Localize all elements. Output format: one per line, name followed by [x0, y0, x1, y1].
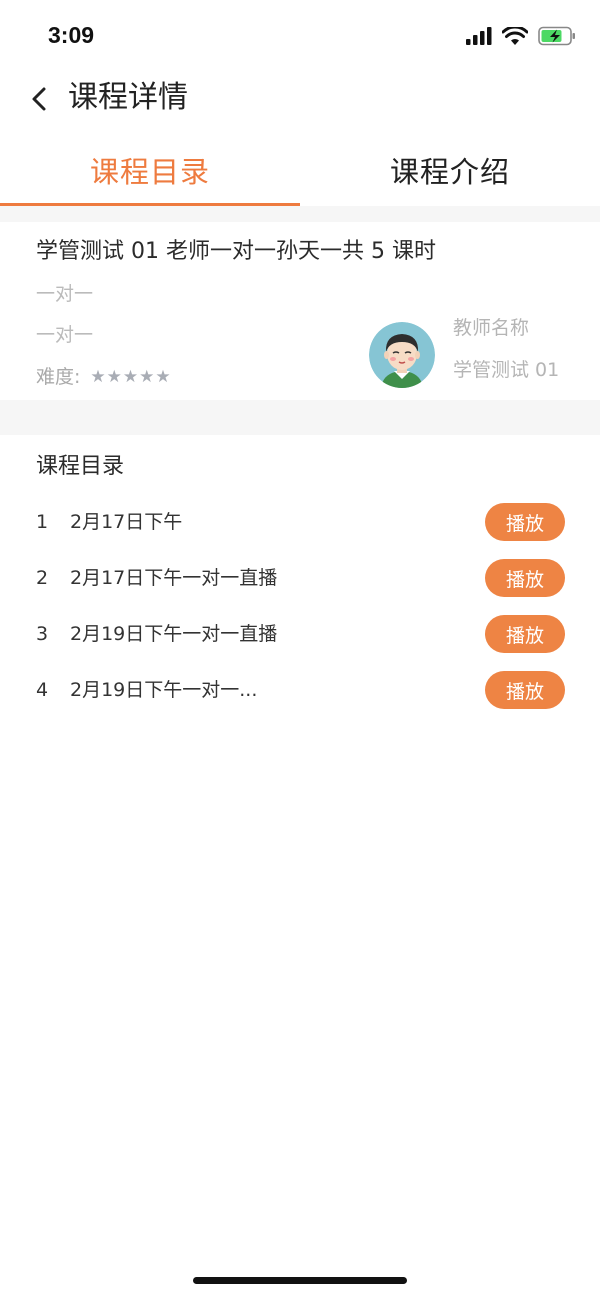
difficulty-rating: 难度: ★ ★ ★ ★ ★	[36, 364, 171, 390]
star-icon: ★	[90, 367, 106, 387]
lesson-name: 2月17日下午	[70, 511, 183, 533]
difficulty-stars: ★ ★ ★ ★ ★	[90, 364, 170, 390]
tab-bar: 课程目录 课程介绍	[0, 142, 600, 206]
chevron-left-icon	[32, 87, 46, 111]
tab-course-catalog[interactable]: 课程目录	[0, 142, 300, 206]
home-indicator[interactable]	[193, 1277, 407, 1284]
nav-bar: 课程详情	[0, 74, 600, 124]
catalog-title: 课程目录	[36, 454, 125, 479]
star-icon: ★	[106, 367, 122, 387]
cellular-signal-icon	[466, 27, 492, 45]
star-icon: ★	[122, 367, 139, 387]
play-button[interactable]: 播放	[485, 559, 565, 597]
tab-label: 课程介绍	[389, 155, 510, 189]
star-icon: ★	[155, 367, 171, 387]
tab-course-intro[interactable]: 课程介绍	[300, 142, 600, 206]
play-button[interactable]: 播放	[485, 615, 565, 653]
lesson-index: 4	[36, 679, 49, 701]
status-bar: 3:09	[0, 0, 600, 74]
star-icon: ★	[139, 367, 155, 387]
difficulty-label: 难度:	[36, 366, 81, 388]
lesson-row: 3 2月19日下午一对一直播 播放	[0, 611, 600, 659]
play-button[interactable]: 播放	[485, 503, 565, 541]
lesson-index: 3	[36, 623, 49, 645]
lesson-name: 2月17日下午一对一直播	[70, 567, 278, 589]
lesson-index: 1	[36, 511, 49, 533]
play-button[interactable]: 播放	[485, 671, 565, 709]
tab-label: 课程目录	[89, 155, 210, 189]
status-time: 3:09	[48, 22, 95, 48]
lesson-row: 4 2月19日下午一对一... 播放	[0, 667, 600, 715]
teacher-name: 学管测试 01	[453, 359, 560, 381]
page-title: 课程详情	[68, 80, 188, 115]
wifi-icon	[502, 26, 528, 45]
section-divider	[0, 400, 600, 435]
section-divider	[0, 206, 600, 222]
course-info-card: 学管测试 01 老师一对一孙天一共 5 课时 一对一 一对一 难度: ★ ★ ★…	[0, 222, 600, 400]
lesson-name: 2月19日下午一对一...	[70, 679, 258, 701]
course-mode: 一对一	[36, 324, 94, 346]
teacher-label: 教师名称	[453, 317, 530, 339]
back-button[interactable]	[22, 82, 56, 116]
lesson-row: 2 2月17日下午一对一直播 播放	[0, 555, 600, 603]
battery-charging-icon	[538, 26, 575, 46]
lesson-name: 2月19日下午一对一直播	[70, 623, 278, 645]
status-icons	[466, 26, 576, 46]
teacher-avatar	[369, 322, 435, 388]
course-title: 学管测试 01 老师一对一孙天一共 5 课时	[36, 239, 436, 264]
lesson-index: 2	[36, 567, 49, 589]
lesson-row: 1 2月17日下午 播放	[0, 499, 600, 547]
course-type: 一对一	[36, 283, 94, 305]
